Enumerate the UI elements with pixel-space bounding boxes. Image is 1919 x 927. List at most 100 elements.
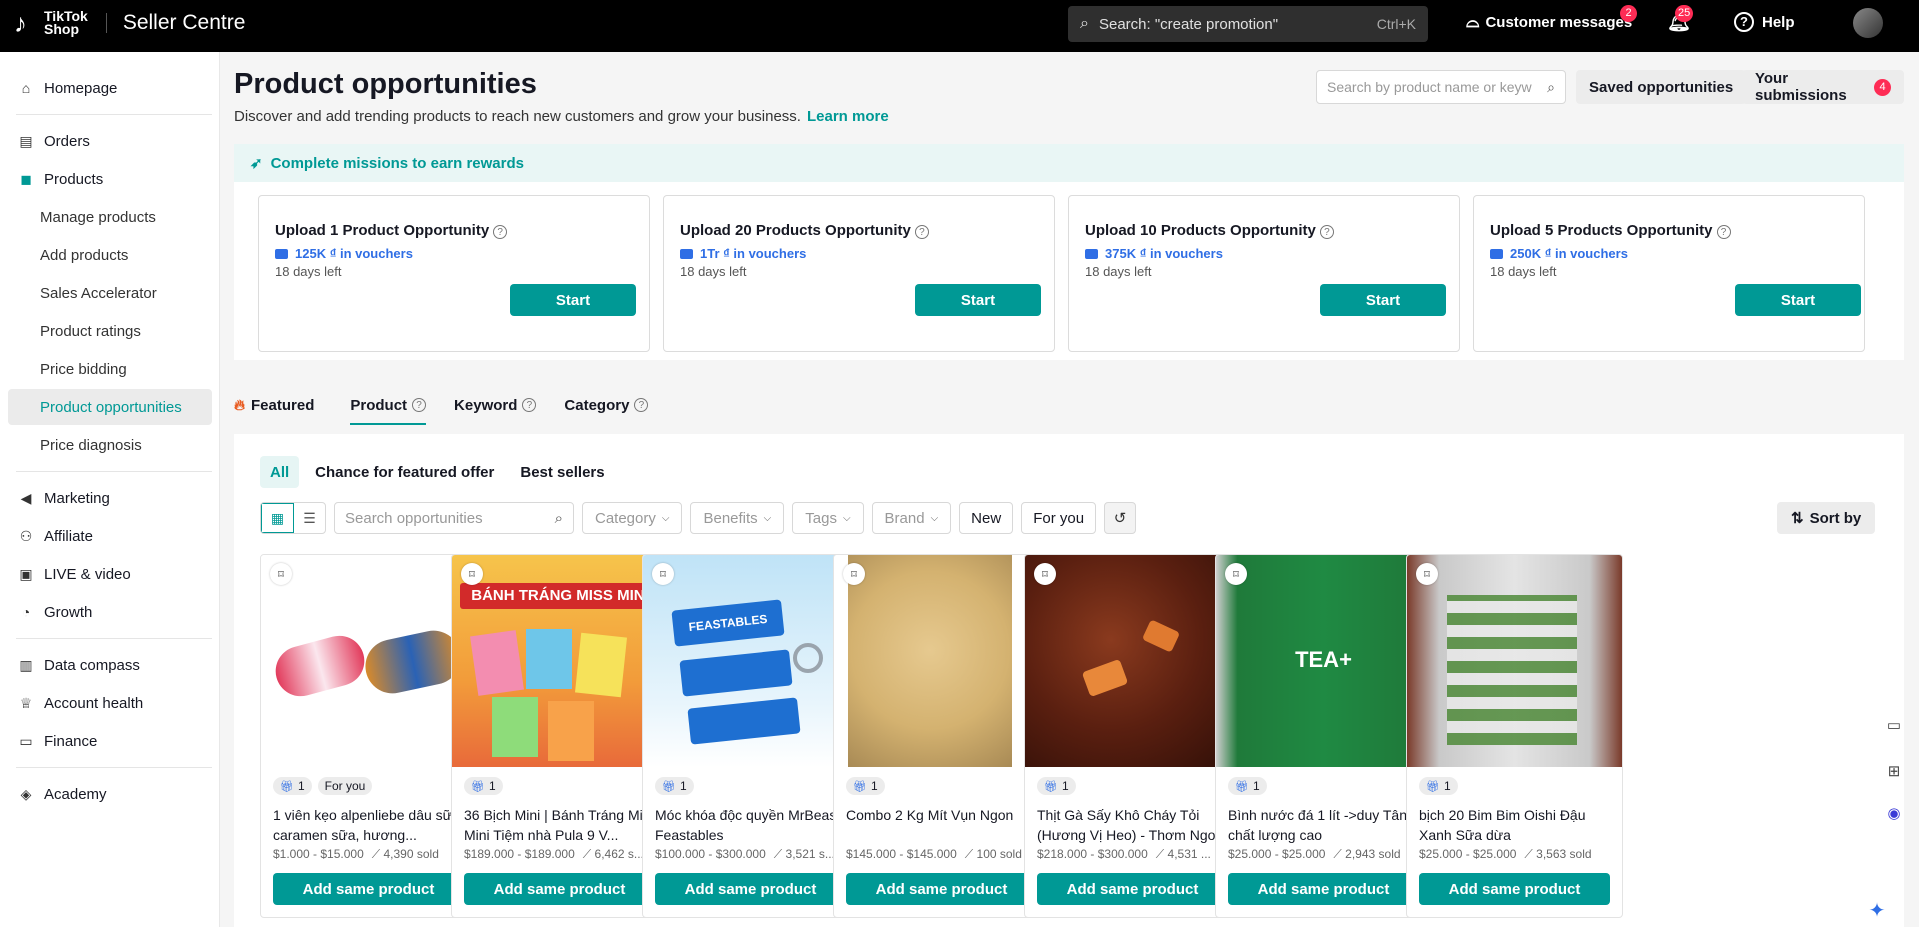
chip-best-sellers[interactable]: Best sellers xyxy=(510,456,614,488)
add-same-product-button[interactable]: Add same product xyxy=(1419,873,1610,905)
start-button[interactable]: Start xyxy=(915,284,1041,316)
tags-dropdown[interactable]: Tags ⌵ xyxy=(792,502,864,534)
search-icon: ⌕ xyxy=(1547,78,1555,95)
tab-featured[interactable]: 🔥︎ Featured xyxy=(234,387,314,423)
search-icon: ⌕ xyxy=(554,509,563,527)
assistant-icon[interactable]: ◉ xyxy=(1883,804,1905,826)
trend-icon: ⟋ xyxy=(582,847,592,861)
add-same-product-button[interactable]: Add same product xyxy=(1228,873,1419,905)
product-card[interactable]: ⌑ 🎁︎ 1 Thịt Gà Sấy Khô Cháy Tỏi (Hương Vị… xyxy=(1024,554,1241,918)
sidebar-item-product-ratings[interactable]: Product ratings xyxy=(8,313,212,349)
avatar[interactable] xyxy=(1853,8,1883,38)
mission-voucher: 375K ₫ in vouchers xyxy=(1105,246,1223,261)
trophy-icon: ♕ xyxy=(19,694,33,711)
sidebar-item-live-video[interactable]: ▣ LIVE & video xyxy=(8,556,212,592)
mission-voucher: 250K ₫ in vouchers xyxy=(1510,246,1628,261)
growth-icon: ◔ xyxy=(21,604,31,620)
sidebar-item-affiliate[interactable]: ⚇ Affiliate xyxy=(8,518,212,554)
add-same-product-button[interactable]: Add same product xyxy=(1037,873,1228,905)
customer-messages-button[interactable]: ⌓ Customer messages 2 xyxy=(1466,0,1637,44)
benefits-dropdown[interactable]: Benefits ⌵ xyxy=(690,502,785,534)
category-dropdown[interactable]: Category ⌵ xyxy=(582,502,683,534)
saved-opportunities-button[interactable]: Saved opportunities xyxy=(1576,70,1747,104)
product-card[interactable]: FEASTABLES ⌑ 🎁︎ 1 Móc khóa độc quyền MrBe… xyxy=(642,554,859,918)
tab-category[interactable]: Category? xyxy=(564,387,649,423)
sidebar-item-products[interactable]: ◼ Products xyxy=(8,161,212,197)
sidebar-item-product-opportunities[interactable]: Product opportunities xyxy=(8,389,212,425)
sidebar-label: Homepage xyxy=(44,79,118,97)
add-same-product-button[interactable]: Add same product xyxy=(464,873,655,905)
help-icon[interactable]: ? xyxy=(914,225,929,239)
start-button[interactable]: Start xyxy=(1735,284,1861,316)
bookmark-icon[interactable]: ⌑ xyxy=(652,563,674,585)
tab-product[interactable]: Product? xyxy=(350,387,427,425)
mission-days-left: 18 days left xyxy=(680,264,747,279)
start-button[interactable]: Start xyxy=(510,284,636,316)
product-card[interactable]: ⌑ 🎁︎ 1 Combo 2 Kg Mít Vụn Ngon $145.000 -… xyxy=(833,554,1050,918)
sidebar-item-sales-accelerator[interactable]: Sales Accelerator xyxy=(8,275,212,311)
brand-dropdown[interactable]: Brand ⌵ xyxy=(871,502,952,534)
reset-icon[interactable]: ↺ xyxy=(1104,502,1137,534)
global-search-placeholder: Search: "create promotion" xyxy=(1098,15,1279,33)
grid-view-icon[interactable]: ▦ xyxy=(261,503,294,533)
tab-keyword[interactable]: Keyword? xyxy=(454,387,537,423)
users-icon: ⚇ xyxy=(19,527,33,544)
start-button[interactable]: Start xyxy=(1320,284,1446,316)
help-icon: ? xyxy=(634,398,649,412)
learn-more-link[interactable]: Learn more xyxy=(807,108,889,125)
academy-icon: ◈ xyxy=(20,785,32,802)
sidebar-item-academy[interactable]: ◈ Academy xyxy=(8,776,212,812)
sidebar-item-finance[interactable]: ▭ Finance xyxy=(8,723,212,759)
sidebar-item-manage-products[interactable]: Manage products xyxy=(8,199,212,235)
filter-bar: ▦ ☰ Search opportunities ⌕ Category ⌵ Ben… xyxy=(260,502,1137,536)
sidebar-item-price-diagnosis[interactable]: Price diagnosis xyxy=(8,427,212,463)
help-icon[interactable]: ? xyxy=(493,225,508,239)
wallet-icon: ▭ xyxy=(19,732,33,749)
bookmark-icon[interactable]: ⌑ xyxy=(843,563,865,585)
bookmark-icon[interactable]: ⌑ xyxy=(461,563,483,585)
add-same-product-button[interactable]: Add same product xyxy=(655,873,846,905)
list-view-icon[interactable]: ☰ xyxy=(294,503,325,533)
sidebar-item-account-health[interactable]: ♕ Account health xyxy=(8,685,212,721)
product-name: 36 Bịch Mini | Bánh Tráng Miss Mini Tiệm… xyxy=(464,807,657,843)
bookmark-icon[interactable]: ⌑ xyxy=(270,563,292,585)
sparkle-icon[interactable]: ✦ xyxy=(1866,898,1888,922)
opportunity-search-input[interactable]: Search opportunities ⌕ xyxy=(334,502,574,534)
help-icon[interactable]: ? xyxy=(1716,225,1731,239)
help-label: Help xyxy=(1762,13,1795,31)
apps-icon[interactable]: ⊞ xyxy=(1883,762,1905,784)
sidebar-item-orders[interactable]: ▤ Orders xyxy=(8,123,212,159)
your-submissions-button[interactable]: Your submissions 4 xyxy=(1742,70,1904,104)
product-card[interactable]: ⌑ 🎁︎ 1 For you 1 viên kẹo alpenliebe dâu s… xyxy=(260,554,477,918)
ticket-icon xyxy=(680,249,693,259)
bookmark-icon[interactable]: ⌑ xyxy=(1225,563,1247,585)
sort-by-button[interactable]: ⇅ Sort by xyxy=(1777,502,1876,534)
product-card[interactable]: ⌑ 🎁︎ 1 bịch 20 Bim Bim Oishi Đậu Xanh Sữa… xyxy=(1406,554,1623,918)
sidebar-item-marketing[interactable]: ◀ Marketing xyxy=(8,480,212,516)
sidebar-item-add-products[interactable]: Add products xyxy=(8,237,212,273)
tiktok-shop-logo[interactable]: ♪ TikTok Shop Seller Centre xyxy=(14,8,245,38)
sidebar-item-data-compass[interactable]: ▥ Data compass xyxy=(8,647,212,683)
product-image: FEASTABLES xyxy=(643,555,858,767)
bookmark-icon[interactable]: ⌑ xyxy=(1416,563,1438,585)
trend-icon: ⟋ xyxy=(964,847,974,861)
product-card[interactable]: BÁNH TRÁNG MISS MINI ⌑ 🎁︎ 1 36 Bịch Mini … xyxy=(451,554,668,918)
help-button[interactable]: ? Help xyxy=(1734,0,1795,44)
notifications-button[interactable]: 🔔︎ 25 xyxy=(1667,0,1694,44)
sidebar-item-growth[interactable]: ◔ Growth xyxy=(8,594,212,630)
new-filter-button[interactable]: New xyxy=(959,502,1014,534)
top-bar: ♪ TikTok Shop Seller Centre ⌕ Search: "cr… xyxy=(0,0,1919,52)
product-search-input[interactable]: Search by product name or keyw ⌕ xyxy=(1316,70,1566,104)
chip-all[interactable]: All xyxy=(260,456,300,488)
product-card[interactable]: TEA+ ⌑ 🎁︎ 1 Bình nước đá 1 lít ->duy Tân … xyxy=(1215,554,1432,918)
calendar-icon[interactable]: ▭ xyxy=(1883,716,1905,738)
chip-chance-featured[interactable]: Chance for featured offer xyxy=(305,456,504,488)
for-you-filter-button[interactable]: For you xyxy=(1021,502,1097,534)
global-search[interactable]: ⌕ Search: "create promotion" Ctrl+K xyxy=(1068,6,1428,42)
add-same-product-button[interactable]: Add same product xyxy=(273,873,464,905)
help-icon[interactable]: ? xyxy=(1319,225,1334,239)
sidebar-item-price-bidding[interactable]: Price bidding xyxy=(8,351,212,387)
add-same-product-button[interactable]: Add same product xyxy=(846,873,1037,905)
sidebar-item-homepage[interactable]: ⌂ Homepage xyxy=(8,70,212,106)
bookmark-icon[interactable]: ⌑ xyxy=(1034,563,1056,585)
